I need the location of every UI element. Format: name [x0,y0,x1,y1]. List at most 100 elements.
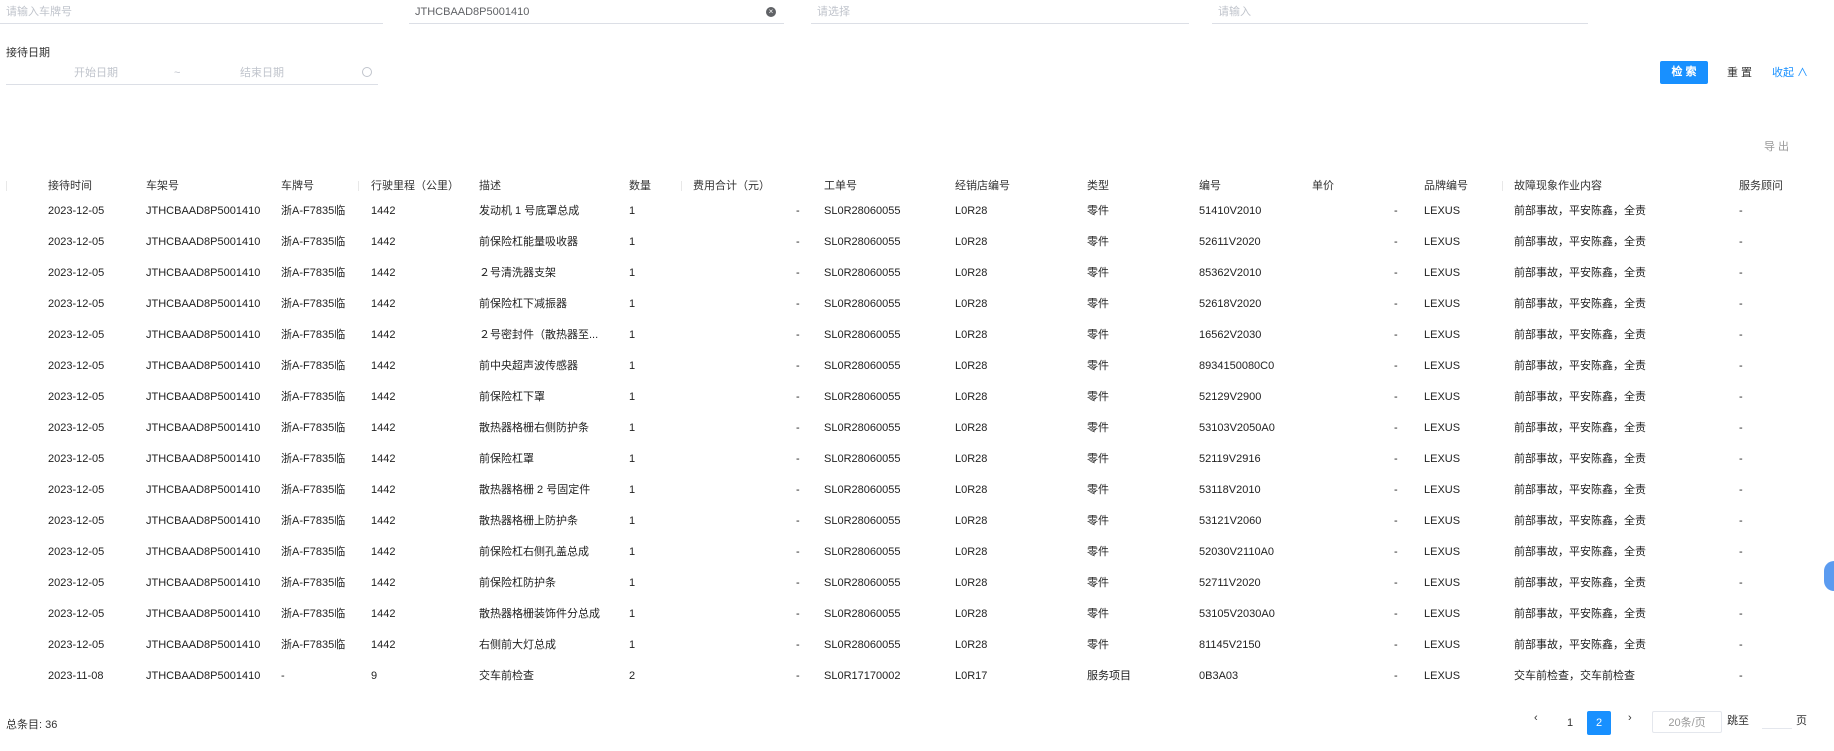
table-row[interactable]: 2023-12-05 JTHCBAAD8P5001410 浙A-F7835临 1442… [0,413,1834,444]
floating-action-button[interactable] [1824,561,1834,591]
plate-cell: 浙A-F7835临 [281,608,346,620]
order-number-cell: SL0R28060055 [824,515,901,527]
prev-page-icon[interactable]: ‹ [1534,712,1538,724]
goto-page-input[interactable] [1762,712,1792,729]
col-header: 品牌编号 [1424,180,1468,192]
plate-cell: 浙A-F7835临 [281,391,346,403]
fault-description-cell: 前部事故，平安陈鑫，全责 [1514,515,1646,527]
advisor-cell: - [1739,546,1743,558]
part-number-cell: 81145V2150 [1199,639,1261,651]
unit-price-cell: - [1394,205,1398,217]
advisor-cell: - [1739,267,1743,279]
order-number-cell: SL0R28060055 [824,546,901,558]
table-row[interactable]: 2023-12-05 JTHCBAAD8P5001410 浙A-F7835临 1442… [0,227,1834,258]
table-row[interactable]: 2023-12-05 JTHCBAAD8P5001410 浙A-F7835临 1442… [0,382,1834,413]
brand-cell: LEXUS [1424,484,1461,496]
order-number-cell: SL0R28060055 [824,360,901,372]
col-header: 数量 [629,180,651,192]
fault-description-cell: 前部事故，平安陈鑫，全责 [1514,236,1646,248]
goto-label: 跳至 [1727,715,1749,727]
brand-cell: LEXUS [1424,453,1461,465]
unit-price-cell: - [1394,329,1398,341]
end-date-placeholder[interactable]: 结束日期 [240,62,284,84]
brand-cell: LEXUS [1424,422,1461,434]
table-row[interactable]: 2023-12-05 JTHCBAAD8P5001410 浙A-F7835临 1442… [0,320,1834,351]
dealer-code-cell: L0R28 [955,453,988,465]
col-header: 费用合计（元） [693,180,770,192]
fault-description-cell: 前部事故，平安陈鑫，全责 [1514,329,1646,341]
select-dropdown[interactable]: 请选择 [811,0,1189,24]
table-row[interactable]: 2023-12-05 JTHCBAAD8P5001410 浙A-F7835临 1442… [0,196,1834,227]
reset-button[interactable]: 重 置 [1727,64,1752,80]
dealer-code-cell: L0R28 [955,484,988,496]
unit-price-cell: - [1394,546,1398,558]
mileage-cell: 1442 [371,329,396,341]
total-cost-cell: - [796,577,800,589]
fault-description-cell: 前部事故，平安陈鑫，全责 [1514,360,1646,372]
description-cell: ２号清洗器支架 [479,267,556,279]
reception-date-cell: 2023-12-05 [48,391,105,403]
col-header: 工单号 [824,180,857,192]
table-row[interactable]: 2023-12-05 JTHCBAAD8P5001410 浙A-F7835临 1442… [0,599,1834,630]
mileage-cell: 1442 [371,546,396,558]
quantity-cell: 1 [629,639,636,651]
part-number-cell: 52618V2020 [1199,298,1262,310]
table-row[interactable]: 2023-12-05 JTHCBAAD8P5001410 浙A-F7835临 1442… [0,537,1834,568]
reception-date-cell: 2023-12-05 [48,577,105,589]
order-number-cell: SL0R28060055 [824,298,901,310]
table-row[interactable]: 2023-12-05 JTHCBAAD8P5001410 浙A-F7835临 1442… [0,630,1834,661]
dealer-code-cell: L0R28 [955,422,988,434]
part-number-cell: 16562V2030 [1199,329,1262,341]
text-input[interactable]: 请输入 [1212,0,1588,24]
table-row[interactable]: 2023-12-05 JTHCBAAD8P5001410 浙A-F7835临 1442… [0,475,1834,506]
fault-description-cell: 前部事故，平安陈鑫，全责 [1514,298,1646,310]
unit-price-cell: - [1394,484,1398,496]
table-row[interactable]: 2023-12-05 JTHCBAAD8P5001410 浙A-F7835临 1442… [0,289,1834,320]
reception-date-cell: 2023-12-05 [48,267,105,279]
table-row[interactable]: 2023-12-05 JTHCBAAD8P5001410 浙A-F7835临 1442… [0,568,1834,599]
vin-cell: JTHCBAAD8P5001410 [146,422,261,434]
plate-input[interactable]: 请输入车牌号 [0,0,383,24]
date-range-picker[interactable]: 开始日期 ~ 结束日期 [6,62,378,85]
order-number-cell: SL0R17170002 [824,670,901,682]
total-cost-cell: - [796,236,800,248]
col-header: 描述 [479,180,501,192]
vin-input[interactable]: JTHCBAAD8P5001410 × [409,0,784,24]
fault-description-cell: 交车前检查，交车前检查 [1514,670,1635,682]
start-date-placeholder[interactable]: 开始日期 [74,62,118,84]
dealer-code-cell: L0R28 [955,298,988,310]
brand-cell: LEXUS [1424,267,1461,279]
part-number-cell: 8934150080C0 [1199,360,1275,372]
fault-description-cell: 前部事故，平安陈鑫，全责 [1514,608,1646,620]
table-row[interactable]: 2023-11-08 JTHCBAAD8P5001410 - 9 交车前检查 2 - SL0R… [0,661,1834,692]
advisor-cell: - [1739,515,1743,527]
table-row[interactable]: 2023-12-05 JTHCBAAD8P5001410 浙A-F7835临 1442… [0,351,1834,382]
reception-date-cell: 2023-12-05 [48,360,105,372]
table-row[interactable]: 2023-12-05 JTHCBAAD8P5001410 浙A-F7835临 1442… [0,258,1834,289]
quantity-cell: 1 [629,236,636,248]
page-2-active[interactable]: 2 [1587,711,1611,735]
clear-icon[interactable]: × [766,7,776,17]
brand-cell: LEXUS [1424,236,1461,248]
next-page-icon[interactable]: › [1628,712,1632,724]
table-row[interactable]: 2023-12-05 JTHCBAAD8P5001410 浙A-F7835临 1442… [0,444,1834,475]
page-1[interactable]: 1 [1558,711,1582,735]
total-cost-cell: - [796,267,800,279]
vin-cell: JTHCBAAD8P5001410 [146,484,261,496]
mileage-cell: 1442 [371,205,396,217]
collapse-toggle[interactable]: 收起 ∧ [1772,64,1808,80]
page-size-select[interactable]: 20条/页 [1652,711,1722,733]
unit-price-cell: - [1394,670,1398,682]
reception-date-cell: 2023-12-05 [48,205,105,217]
mileage-cell: 1442 [371,298,396,310]
type-cell: 零件 [1087,329,1109,341]
part-number-cell: 51410V2010 [1199,205,1262,217]
dealer-code-cell: L0R28 [955,639,988,651]
search-button[interactable]: 检 索 [1660,61,1708,84]
total-cost-cell: - [796,360,800,372]
type-cell: 零件 [1087,267,1109,279]
reception-date-cell: 2023-12-05 [48,453,105,465]
table-row[interactable]: 2023-12-05 JTHCBAAD8P5001410 浙A-F7835临 1442… [0,506,1834,537]
export-button[interactable]: 导 出 [1764,138,1789,154]
part-number-cell: 53118V2010 [1199,484,1261,496]
